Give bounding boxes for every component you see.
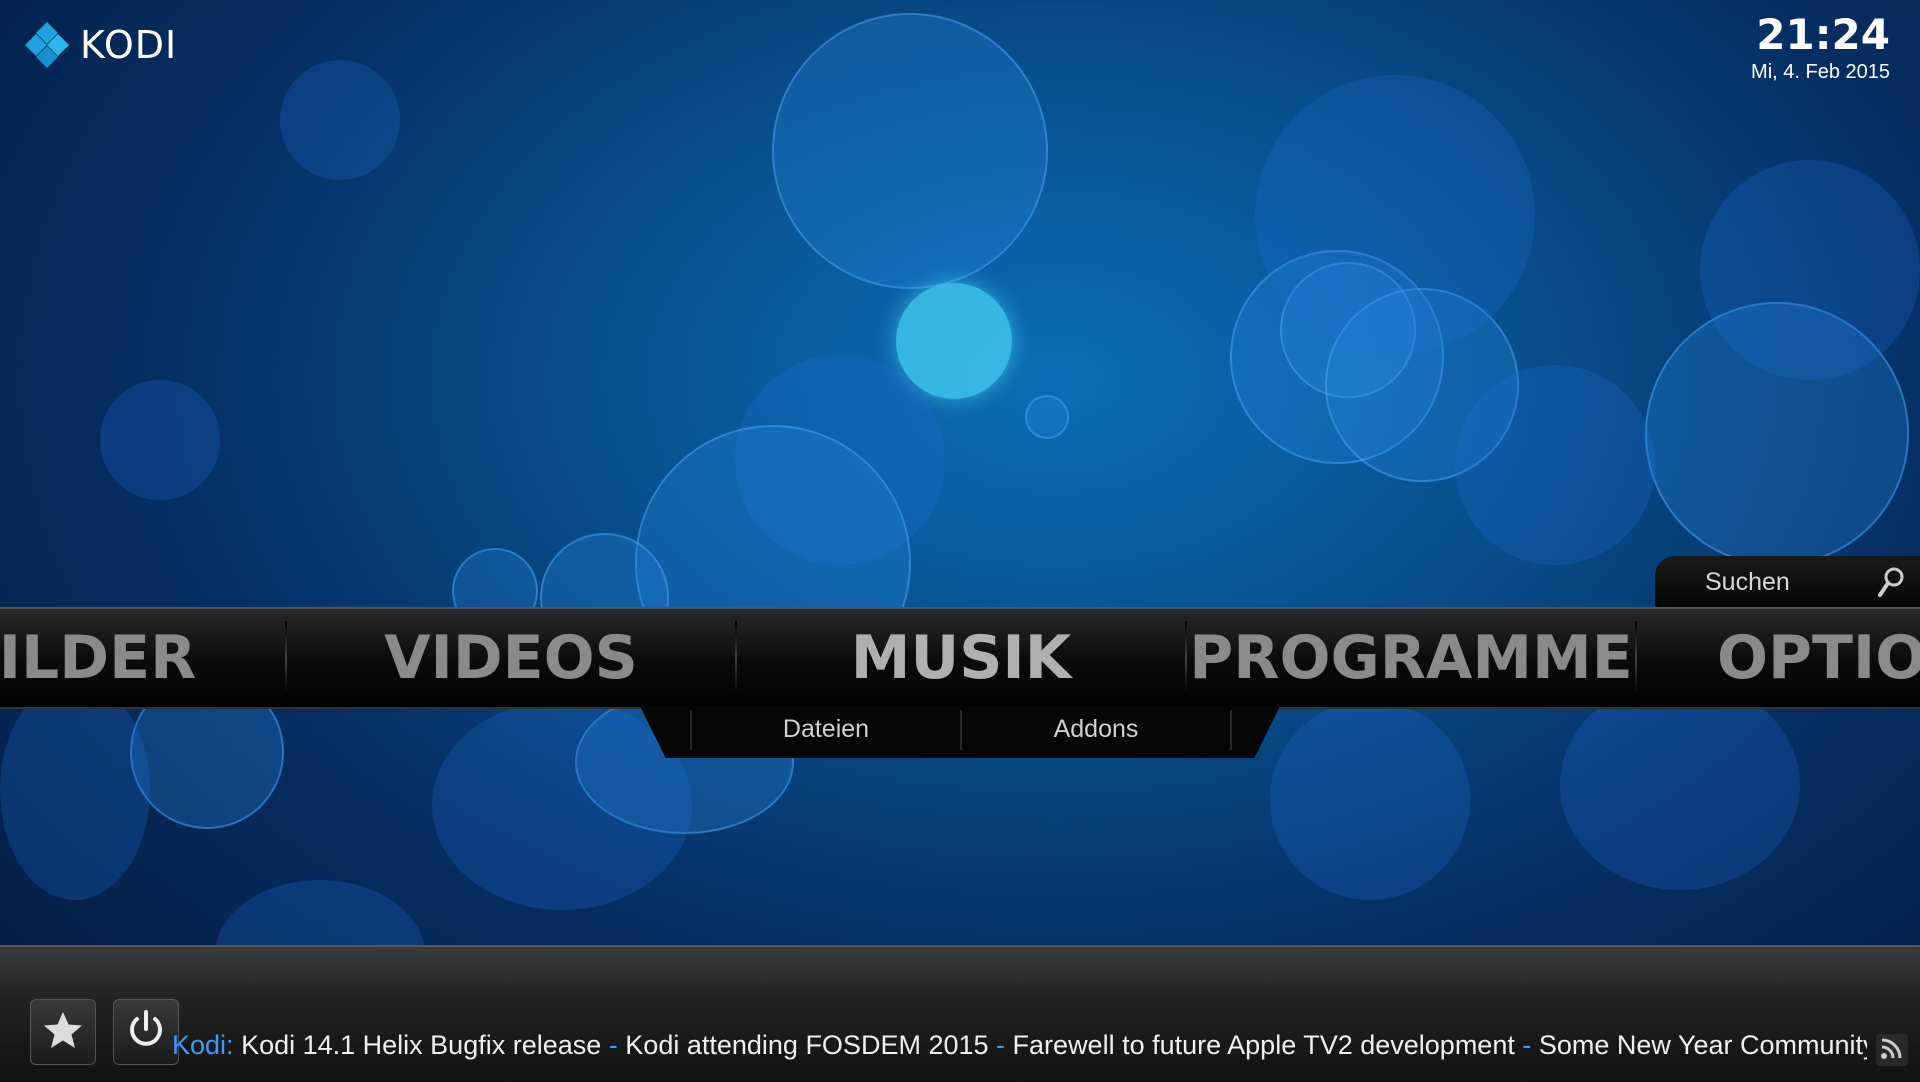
ticker-headline: Kodi 14.1 Helix Bugfix release <box>241 1030 602 1060</box>
ticker-separator: - <box>1522 1030 1532 1060</box>
menu-item-pictures[interactable]: ILDER <box>0 609 240 707</box>
ticker-headline: Farewell to future Apple TV2 development <box>1012 1030 1515 1060</box>
kodi-logo-text: KODI <box>80 23 178 67</box>
menu-item-music[interactable]: MUSIK <box>737 609 1185 707</box>
clock-time: 21:24 <box>1756 10 1890 59</box>
submenu-item-files[interactable]: Dateien <box>692 706 960 752</box>
rss-button[interactable] <box>1876 1034 1908 1066</box>
submenu-separator <box>1230 710 1232 750</box>
ticker-source: Kodi: <box>172 1030 234 1060</box>
star-icon <box>42 1009 84 1056</box>
menu-item-programs[interactable]: PROGRAMME <box>1187 609 1635 707</box>
ticker-separator: - <box>608 1030 618 1060</box>
power-icon <box>124 1008 168 1057</box>
rss-icon <box>1879 1035 1905 1066</box>
menu-item-videos[interactable]: VIDEOS <box>287 609 735 707</box>
search-input[interactable] <box>1703 566 1867 598</box>
power-button[interactable] <box>113 999 179 1065</box>
clock: 21:24 Mi, 4. Feb 2015 <box>1751 10 1890 84</box>
search-icon[interactable] <box>1877 566 1907 603</box>
kodi-logo: KODI <box>22 20 177 70</box>
ticker-headline: Kodi attending FOSDEM 2015 <box>625 1030 989 1060</box>
main-menu: ILDER VIDEOS MUSIK PROGRAMME OPTION <box>0 607 1920 709</box>
ticker-separator: - <box>996 1030 1006 1060</box>
background-wallpaper <box>0 0 1920 1080</box>
menu-item-settings[interactable]: OPTION <box>1637 609 1920 707</box>
search-box[interactable] <box>1655 556 1920 608</box>
rss-ticker: Kodi: Kodi 14.1 Helix Bugfix release - K… <box>172 1030 1867 1070</box>
music-submenu: Dateien Addons <box>640 706 1280 758</box>
favourites-button[interactable] <box>30 999 96 1065</box>
submenu-item-addons[interactable]: Addons <box>962 706 1230 752</box>
clock-date: Mi, 4. Feb 2015 <box>1751 61 1890 83</box>
ticker-headline: Some New Year Community Upd <box>1538 1030 1867 1060</box>
kodi-logo-icon <box>22 20 72 70</box>
